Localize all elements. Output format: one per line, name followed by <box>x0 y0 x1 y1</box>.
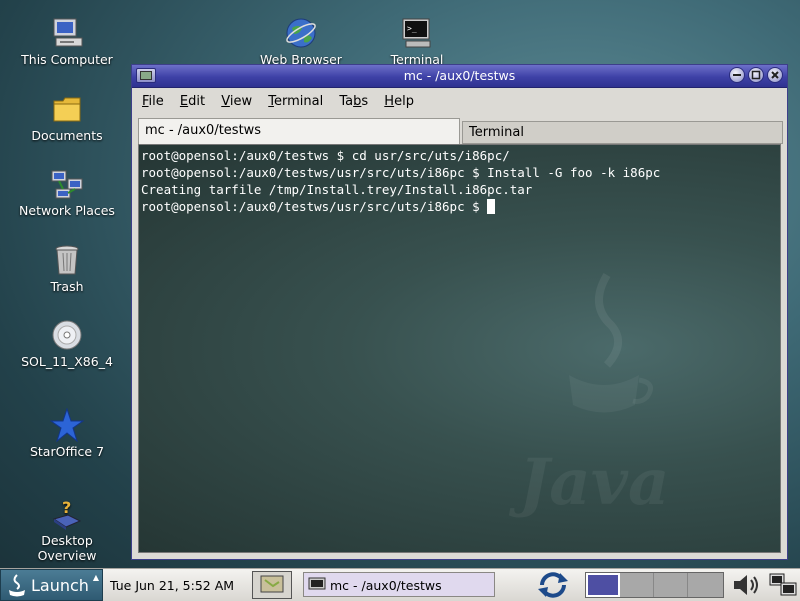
workspace-4[interactable] <box>688 573 723 597</box>
minimize-icon <box>733 74 741 76</box>
menu-view[interactable]: View <box>215 91 258 109</box>
terminal-cursor <box>487 199 496 214</box>
terminal-line: root@opensol:/aux0/testws $ cd usr/src/u… <box>141 148 510 163</box>
minimize-button[interactable] <box>729 67 745 83</box>
desktop-icon-label: Network Places <box>19 203 115 218</box>
menu-tabs[interactable]: Tabs <box>333 91 374 109</box>
launch-button[interactable]: Launch ▲ <box>0 569 103 601</box>
cd-icon <box>50 318 84 352</box>
taskbar-item-mc[interactable]: mc - /aux0/testws <box>303 572 495 597</box>
update-notifier-icon[interactable] <box>536 571 570 599</box>
close-button[interactable] <box>767 67 783 83</box>
desktop-icon-label: Documents <box>31 128 103 143</box>
network-icon <box>50 167 84 201</box>
terminal-small-icon <box>308 577 326 590</box>
desktop-icon-this-computer[interactable]: This Computer <box>12 16 122 67</box>
desktop-icon-trash[interactable]: Trash <box>12 243 122 294</box>
desktop-icon-label: Trash <box>50 279 84 294</box>
volume-icon[interactable] <box>730 572 762 598</box>
trash-icon <box>50 243 84 277</box>
desktop-icon-label: This Computer <box>21 52 113 67</box>
folder-icon <box>50 92 84 126</box>
menu-help[interactable]: Help <box>378 91 420 109</box>
terminal-line: Creating tarfile /tmp/Install.trey/Insta… <box>141 182 533 197</box>
tab-terminal[interactable]: Terminal <box>462 121 783 144</box>
taskbar-item-label: mc - /aux0/testws <box>330 578 442 593</box>
taskbar: Launch ▲ Tue Jun 21, 5:52 AM mc - /aux0/… <box>0 568 800 601</box>
show-desktop-button[interactable] <box>252 571 292 599</box>
desktop-icon-network-places[interactable]: Network Places <box>12 167 122 218</box>
desktop-icon-cd[interactable]: SOL_11_X86_4 <box>12 318 122 369</box>
maximize-icon <box>751 70 761 80</box>
maximize-button[interactable] <box>748 67 764 83</box>
desktop-icon-staroffice[interactable]: StarOffice 7 <box>12 408 122 459</box>
workspace-switcher[interactable] <box>585 572 724 598</box>
launch-arrow-icon: ▲ <box>92 573 99 582</box>
terminal-line: root@opensol:/aux0/testws/usr/src/uts/i8… <box>141 199 488 214</box>
terminal-icon: >_ <box>400 16 434 50</box>
clock[interactable]: Tue Jun 21, 5:52 AM <box>110 578 234 593</box>
java-logo-icon <box>569 272 654 413</box>
close-icon <box>771 71 779 79</box>
java-watermark: Java <box>519 445 670 520</box>
desktop-icon-label: Desktop Overview <box>37 533 97 563</box>
desktop-icon-web-browser[interactable]: Web Browser <box>246 16 356 67</box>
help-book-icon: ? <box>50 497 84 531</box>
desktop-icon-label: SOL_11_X86_4 <box>21 354 113 369</box>
window-titlebar[interactable]: mc - /aux0/testws <box>132 65 787 88</box>
svg-text:>_: >_ <box>407 24 417 33</box>
menu-terminal[interactable]: Terminal <box>262 91 329 109</box>
terminal-output[interactable]: Java root@opensol:/aux0/testws $ cd usr/… <box>138 144 781 553</box>
workspace-3[interactable] <box>654 573 688 597</box>
java-cup-icon <box>9 574 25 597</box>
staroffice-icon <box>50 408 84 442</box>
menu-file[interactable]: File <box>136 91 170 109</box>
terminal-text: root@opensol:/aux0/testws $ cd usr/src/u… <box>139 145 780 215</box>
network-status-icon[interactable] <box>768 572 798 598</box>
workspace-1[interactable] <box>586 573 620 597</box>
menu-edit[interactable]: Edit <box>174 91 211 109</box>
tab-mc[interactable]: mc - /aux0/testws <box>138 118 460 144</box>
workspace-2[interactable] <box>620 573 654 597</box>
computer-icon <box>50 16 84 50</box>
desktop-icon-label: StarOffice 7 <box>29 444 105 459</box>
launch-label: Launch <box>31 576 89 595</box>
desktop-icon-documents[interactable]: Documents <box>12 92 122 143</box>
show-desktop-icon <box>260 575 284 593</box>
desktop-icon-desktop-overview[interactable]: ? Desktop Overview <box>12 497 122 563</box>
window-title: mc - /aux0/testws <box>403 68 516 83</box>
globe-icon <box>284 16 318 50</box>
desktop-icon-terminal[interactable]: >_ Terminal <box>362 16 472 67</box>
tab-bar: mc - /aux0/testws Terminal <box>138 118 783 144</box>
svg-text:?: ? <box>62 498 71 517</box>
terminal-window[interactable]: mc - /aux0/testws File Edit View Termina… <box>131 64 788 560</box>
menubar: File Edit View Terminal Tabs Help <box>136 91 783 113</box>
terminal-line: root@opensol:/aux0/testws/usr/src/uts/i8… <box>141 165 661 180</box>
